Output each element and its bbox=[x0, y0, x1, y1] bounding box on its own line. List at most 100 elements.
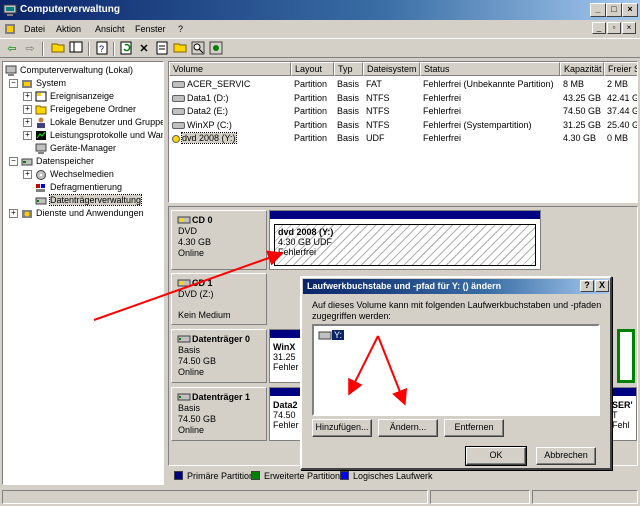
column-kapazitaet[interactable]: Kapazität bbox=[560, 62, 604, 76]
volume-name-cell[interactable]: WinXP (C:) bbox=[172, 119, 290, 132]
back-icon[interactable]: ⇦ bbox=[4, 41, 20, 57]
table-cell: 8 MB bbox=[563, 79, 585, 89]
checklist-icon[interactable] bbox=[154, 41, 170, 57]
mdi-restore-button[interactable]: ▫ bbox=[607, 22, 621, 34]
legend-swatch-logical bbox=[340, 471, 349, 480]
tree-item-datenspeicher[interactable]: Datenspeicher bbox=[21, 155, 94, 168]
table-cell: 25.40 G bbox=[607, 119, 638, 130]
change-button[interactable]: Ändern... bbox=[378, 419, 438, 437]
legend-swatch-extended bbox=[251, 471, 260, 480]
tree-item-benutzer[interactable]: Lokale Benutzer und Gruppen bbox=[35, 116, 163, 129]
refresh-icon[interactable] bbox=[118, 41, 134, 57]
tree-item-geraete[interactable]: Geräte-Manager bbox=[35, 142, 116, 155]
search-icon[interactable] bbox=[190, 41, 206, 57]
dialog-help-button[interactable]: ? bbox=[580, 280, 594, 292]
expand-leistung[interactable]: + bbox=[23, 131, 32, 140]
column-status[interactable]: Status bbox=[420, 62, 560, 76]
mdi-close-button[interactable]: × bbox=[622, 22, 636, 34]
table-cell: 43.25 GB bbox=[563, 92, 602, 103]
tree-item-defragmentierung[interactable]: Defragmentierung bbox=[35, 181, 122, 194]
cd-drive-icon bbox=[177, 216, 191, 224]
tree-item-wechselmedien[interactable]: Wechselmedien bbox=[35, 168, 114, 181]
expand-wechsel[interactable]: + bbox=[23, 170, 32, 179]
remove-button[interactable]: Entfernen bbox=[444, 419, 504, 437]
tree-item-ereignisanzeige[interactable]: Ereignisanzeige bbox=[35, 90, 114, 103]
storage-icon bbox=[21, 158, 33, 166]
expand-freigaben[interactable]: + bbox=[23, 105, 32, 114]
properties-icon[interactable]: ? bbox=[94, 41, 110, 57]
tree-item-dienste[interactable]: Dienste und Anwendungen bbox=[21, 207, 144, 220]
disk-label-cd1[interactable]: CD 1 DVD (Z:) Kein Medium bbox=[171, 273, 267, 325]
menu-fenster[interactable]: Fenster bbox=[135, 24, 166, 34]
partition-acer-service[interactable]: SER' T Fehl bbox=[609, 387, 637, 441]
mdi-minimize-button[interactable]: _ bbox=[592, 22, 606, 34]
collapse-system[interactable]: − bbox=[9, 79, 18, 88]
tree-item-datentraegerverwaltung[interactable]: Datenträgerverwaltung bbox=[35, 194, 143, 207]
tree-item-system[interactable]: System bbox=[21, 77, 66, 90]
minimize-button[interactable]: _ bbox=[590, 3, 606, 17]
open-folder-icon[interactable] bbox=[172, 41, 188, 57]
performance-icon bbox=[36, 131, 46, 141]
menu-aktion[interactable]: Aktion bbox=[56, 24, 81, 34]
disk-label-cd0[interactable]: CD 0 DVD 4.30 GB Online bbox=[171, 210, 267, 270]
column-typ[interactable]: Typ bbox=[334, 62, 363, 76]
expand-ereignis[interactable]: + bbox=[23, 92, 32, 101]
menu-ansicht[interactable]: Ansicht bbox=[95, 24, 125, 34]
cancel-button[interactable]: Abbrechen bbox=[536, 447, 596, 465]
table-cell: FAT bbox=[366, 79, 382, 89]
table-cell: Basis bbox=[337, 119, 360, 130]
table-cell: Fehlerfrei bbox=[423, 133, 462, 143]
tree-item-leistung[interactable]: Leistungsprotokolle und Warnungen bbox=[35, 129, 163, 142]
change-drive-letter-dialog: Laufwerkbuchstabe und -pfad für Y: () än… bbox=[300, 276, 612, 470]
tree-item-freigaben[interactable]: Freigegebene Ordner bbox=[35, 103, 136, 116]
close-button[interactable]: × bbox=[622, 3, 638, 17]
drive-letter-item[interactable]: Y: bbox=[318, 330, 345, 341]
table-cell: 31.25 GB bbox=[563, 119, 602, 130]
forward-icon[interactable]: ⇨ bbox=[22, 41, 38, 57]
partition-extended[interactable] bbox=[617, 329, 635, 383]
volume-name-cell[interactable]: ACER_SERVIC bbox=[172, 78, 290, 91]
column-volume[interactable]: Volume bbox=[169, 62, 291, 76]
volume-name-cell[interactable]: Data1 (D:) bbox=[172, 92, 290, 105]
table-cell: Fehlerfrei bbox=[423, 106, 462, 116]
table-cell: Basis bbox=[337, 106, 360, 116]
partition-dvd-y[interactable]: dvd 2008 (Y:) 4.30 GB UDF Fehlerfrei bbox=[269, 210, 541, 270]
disk-label-0[interactable]: Datenträger 0 Basis 74.50 GB Online bbox=[171, 329, 267, 383]
column-layout[interactable]: Layout bbox=[291, 62, 334, 76]
system-tools-icon bbox=[22, 80, 32, 89]
maximize-button[interactable]: □ bbox=[606, 3, 622, 17]
add-button[interactable]: Hinzufügen... bbox=[312, 419, 372, 437]
partition-winxp-c[interactable]: WinX 31.25 Fehler bbox=[269, 329, 303, 383]
collapse-datenspeicher[interactable]: − bbox=[9, 157, 18, 166]
expand-benutzer[interactable]: + bbox=[23, 118, 32, 127]
disk-label-1[interactable]: Datenträger 1 Basis 74.50 GB Online bbox=[171, 387, 267, 441]
drive-letter-list[interactable]: Y: bbox=[312, 324, 600, 416]
settings-icon[interactable] bbox=[208, 41, 224, 57]
table-cell: NTFS bbox=[366, 106, 390, 116]
menu-datei[interactable]: Datei bbox=[24, 24, 45, 34]
delete-icon[interactable]: ✕ bbox=[136, 41, 152, 57]
legend-logical: Logisches Laufwerk bbox=[353, 471, 433, 481]
table-cell: Basis bbox=[337, 92, 360, 103]
table-cell: Fehlerfrei (Systempartition) bbox=[423, 119, 532, 130]
column-dateisystem[interactable]: Dateisystem bbox=[363, 62, 420, 76]
computer-management-icon bbox=[3, 4, 17, 16]
ok-button[interactable]: OK bbox=[465, 446, 527, 466]
volume-name-cell[interactable]: dvd 2008 (Y:) bbox=[172, 132, 290, 145]
tree-item-root[interactable]: Computerverwaltung (Lokal) bbox=[5, 64, 133, 77]
up-folder-icon[interactable] bbox=[50, 41, 66, 57]
partition-data2-e[interactable]: Data2 74.50 Fehler bbox=[269, 387, 303, 441]
expand-dienste[interactable]: + bbox=[9, 209, 18, 218]
table-cell: Fehlerfrei bbox=[423, 92, 462, 103]
show-tree-icon[interactable] bbox=[68, 41, 84, 57]
menu-bar: Datei Aktion Ansicht Fenster ? bbox=[0, 20, 640, 38]
menu-help[interactable]: ? bbox=[178, 24, 183, 34]
dialog-close-button[interactable]: X bbox=[595, 280, 609, 292]
table-cell: NTFS bbox=[366, 119, 390, 130]
drive-icon bbox=[318, 331, 332, 340]
column-freier[interactable]: Freier S bbox=[604, 62, 637, 76]
volume-name-cell[interactable]: Data2 (E:) bbox=[172, 105, 290, 118]
event-viewer-icon bbox=[35, 91, 47, 102]
toolbar: ⇦ ⇨ ? ✕ bbox=[0, 38, 640, 58]
partition-legend: Primäre Partition Erweiterte Partition L… bbox=[168, 468, 638, 484]
